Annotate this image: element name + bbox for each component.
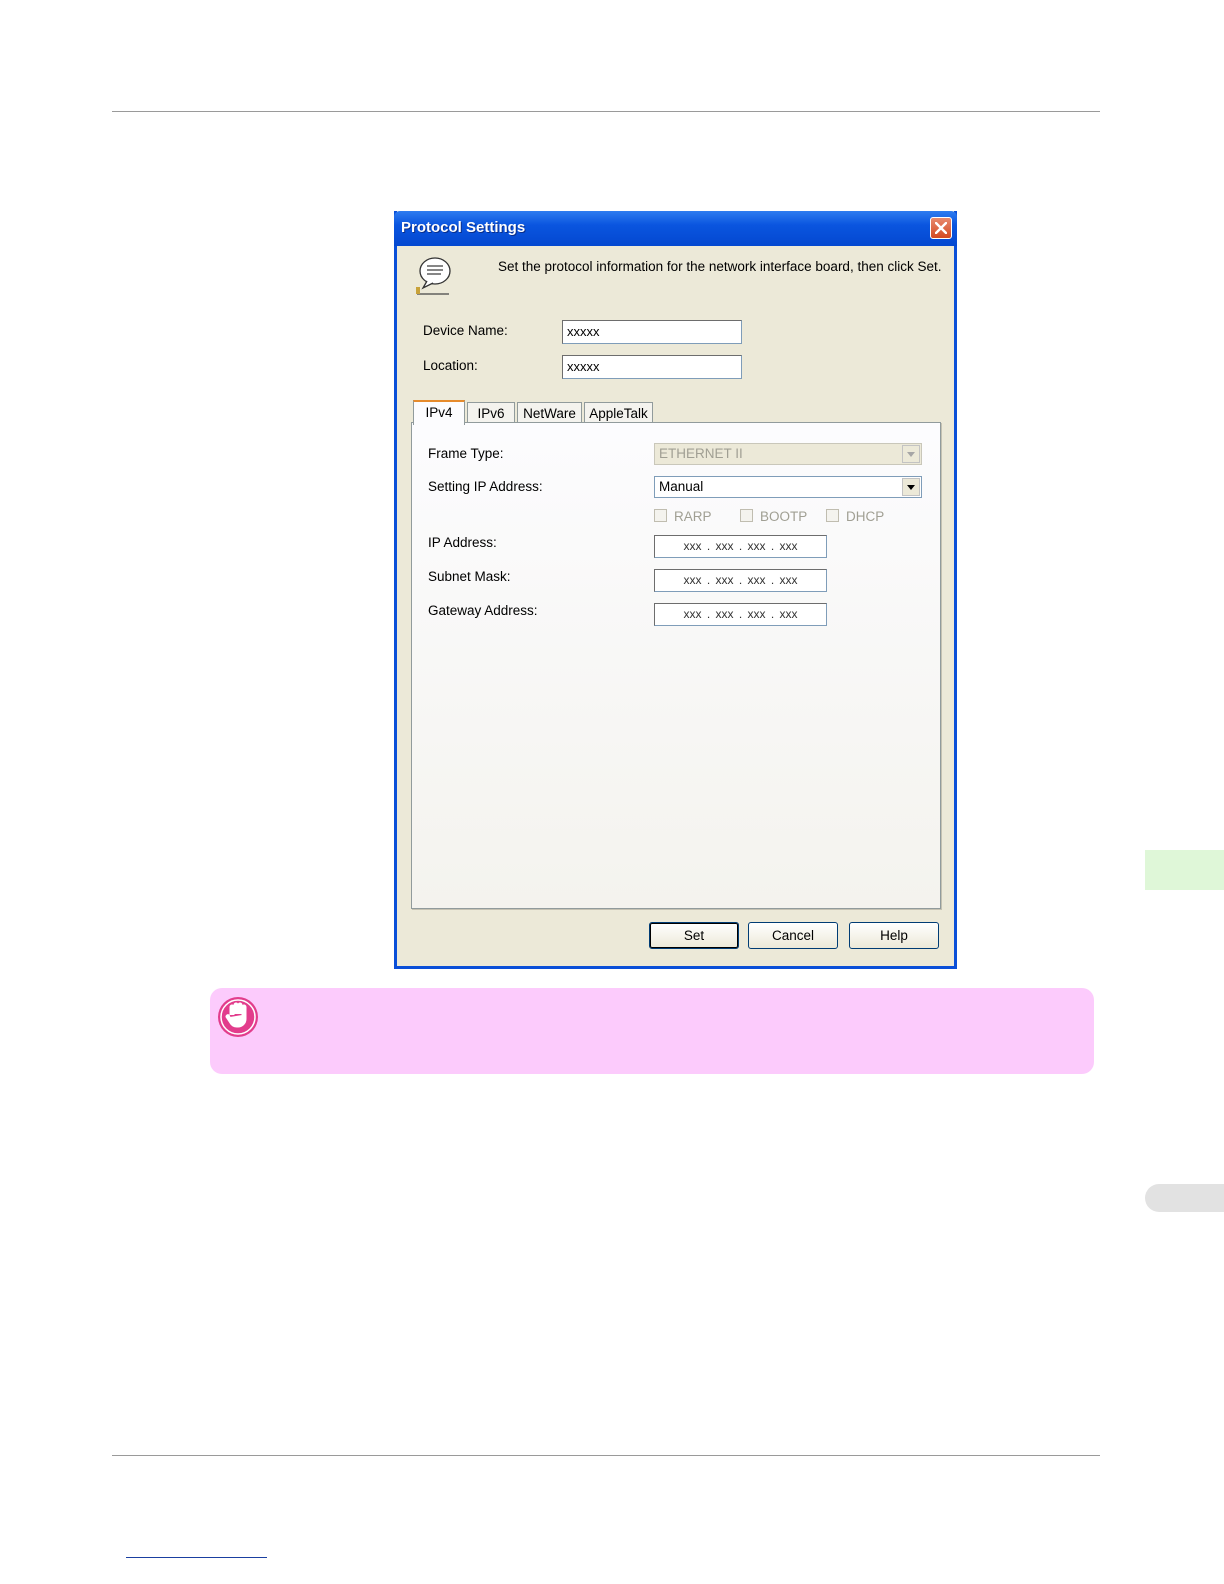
help-button[interactable]: Help — [849, 922, 939, 949]
tab-ipv4[interactable]: IPv4 — [413, 400, 465, 425]
setting-ip-address-value: Manual — [659, 479, 704, 494]
dropdown-arrow-icon[interactable] — [902, 478, 920, 496]
ip-address-input[interactable]: xxx . xxx . xxx . xxx — [654, 535, 827, 558]
footer-link-underline — [126, 1557, 267, 1558]
page-side-tab — [1145, 1184, 1224, 1212]
important-note — [210, 988, 1094, 1074]
frame-type-select: ETHERNET II — [654, 443, 922, 465]
tab-appletalk[interactable]: AppleTalk — [584, 402, 653, 424]
dialog-titlebar: Protocol Settings — [394, 211, 957, 246]
subnet-mask-label: Subnet Mask: — [428, 569, 511, 584]
tab-netware[interactable]: NetWare — [517, 402, 582, 424]
dialog-instruction: Set the protocol information for the net… — [498, 259, 942, 274]
device-name-input[interactable]: xxxxx — [562, 320, 742, 344]
section-side-tab — [1145, 850, 1224, 890]
dhcp-checkbox: DHCP — [826, 509, 884, 524]
cancel-button[interactable]: Cancel — [748, 922, 838, 949]
info-speech-icon — [416, 257, 451, 295]
important-hand-icon — [218, 997, 258, 1037]
setting-ip-address-select[interactable]: Manual — [654, 476, 922, 498]
frame-type-label: Frame Type: — [428, 446, 504, 461]
device-name-label: Device Name: — [423, 323, 508, 338]
set-button[interactable]: Set — [649, 922, 739, 949]
bootp-checkbox: BOOTP — [740, 509, 807, 524]
bootp-label: BOOTP — [760, 509, 808, 524]
close-button[interactable] — [930, 217, 952, 239]
footer-rule — [112, 1455, 1100, 1456]
protocol-settings-dialog: Protocol Settings Set the protocol infor… — [394, 211, 957, 969]
gateway-address-input[interactable]: xxx . xxx . xxx . xxx — [654, 603, 827, 626]
close-icon — [935, 222, 947, 234]
tab-ipv6[interactable]: IPv6 — [467, 402, 515, 424]
dropdown-arrow-icon — [902, 445, 920, 463]
setting-ip-address-label: Setting IP Address: — [428, 479, 543, 494]
frame-type-value: ETHERNET II — [659, 446, 743, 461]
ip-address-label: IP Address: — [428, 535, 497, 550]
rarp-label: RARP — [674, 509, 712, 524]
location-input[interactable]: xxxxx — [562, 355, 742, 379]
location-label: Location: — [423, 358, 478, 373]
ipv4-tab-panel: Frame Type: ETHERNET II Setting IP Addre… — [411, 422, 941, 909]
dialog-title: Protocol Settings — [401, 219, 526, 236]
subnet-mask-input[interactable]: xxx . xxx . xxx . xxx — [654, 569, 827, 592]
rarp-checkbox: RARP — [654, 509, 712, 524]
header-rule — [112, 111, 1100, 112]
dhcp-label: DHCP — [846, 509, 885, 524]
gateway-address-label: Gateway Address: — [428, 603, 538, 618]
